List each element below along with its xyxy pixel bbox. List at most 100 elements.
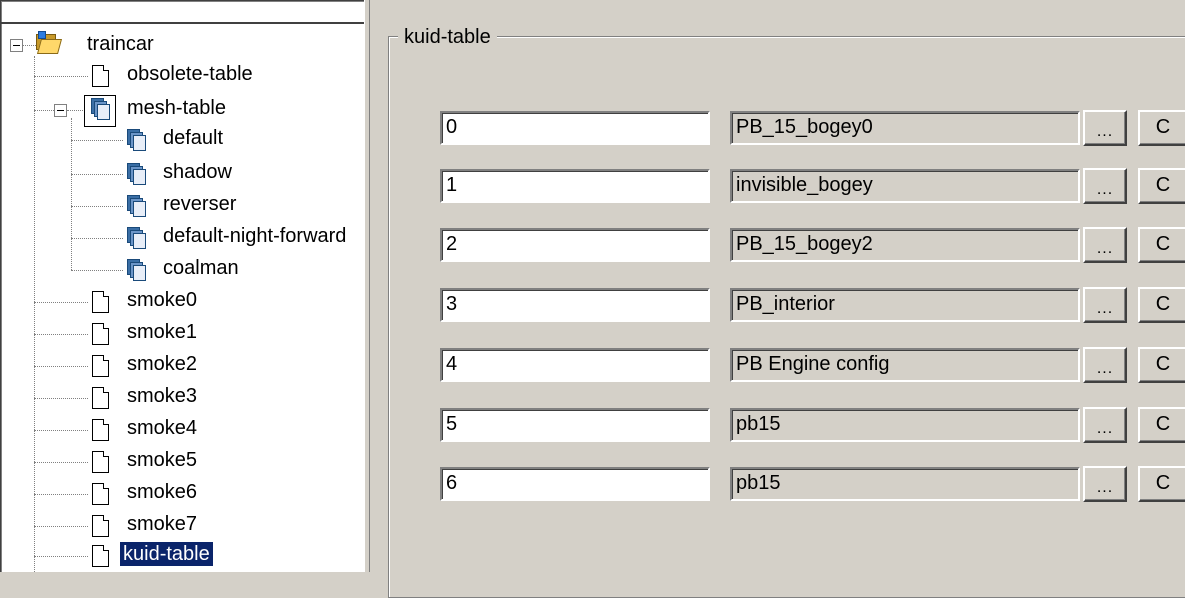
collapse-icon[interactable] <box>54 104 67 117</box>
browse-button[interactable]: ... <box>1083 347 1127 383</box>
index-field[interactable]: 3 <box>440 288 710 322</box>
tree-connector <box>34 494 88 495</box>
tree-node-smoke6[interactable]: smoke6 <box>0 478 364 508</box>
mesh-icon <box>126 129 146 151</box>
tree-top-border <box>0 22 364 24</box>
tree-connector <box>34 110 54 111</box>
tree-node-kuid-table[interactable]: kuid-table <box>0 540 364 570</box>
tree-node-label: default-night-forward <box>163 225 347 247</box>
tree-node-mesh-table[interactable]: mesh-table <box>0 94 364 127</box>
tree-connector <box>34 334 88 335</box>
clear-button[interactable]: C <box>1138 407 1185 443</box>
browse-button[interactable]: ... <box>1083 287 1127 323</box>
tree-node-label: smoke2 <box>127 353 198 375</box>
kuid-field[interactable]: invisible_bogey <box>730 169 1080 203</box>
tree-connector <box>34 76 88 77</box>
kuid-field[interactable]: PB Engine config <box>730 348 1080 382</box>
index-field[interactable]: 5 <box>440 408 710 442</box>
browse-button[interactable]: ... <box>1083 227 1127 263</box>
tree-node-smoke7[interactable]: smoke7 <box>0 510 364 540</box>
index-field[interactable]: 6 <box>440 467 710 501</box>
tree-node-traincar[interactable]: traincar <box>0 30 364 60</box>
tree-connector <box>71 140 123 141</box>
document-icon <box>92 387 109 409</box>
tree-connector <box>34 430 88 431</box>
tree-node-shadow[interactable]: shadow <box>0 158 364 188</box>
clear-button[interactable]: C <box>1138 227 1185 263</box>
document-icon <box>92 545 109 567</box>
tree-node-label: traincar <box>87 33 154 55</box>
tree-node-label: smoke5 <box>127 449 198 471</box>
mesh-icon <box>126 195 146 217</box>
tree-node-label: kuid-table <box>120 542 213 566</box>
tree-node-smoke3[interactable]: smoke3 <box>0 382 364 412</box>
tree-connector <box>34 526 88 527</box>
tree-connector <box>34 302 88 303</box>
tree-connector <box>67 110 83 111</box>
groupbox-title: kuid-table <box>398 24 497 50</box>
tree-connector <box>71 238 123 239</box>
browse-button[interactable]: ... <box>1083 110 1127 146</box>
tree-connector <box>71 270 123 271</box>
tree-node-default-night-forward[interactable]: default-night-forward <box>0 222 364 252</box>
folder-icon <box>34 31 63 54</box>
clear-button[interactable]: C <box>1138 287 1185 323</box>
tree-node-smoke1[interactable]: smoke1 <box>0 318 364 348</box>
kuid-field[interactable]: PB_15_bogey0 <box>730 111 1080 145</box>
tree-node-obsolete-table[interactable]: obsolete-table <box>0 60 364 90</box>
mesh-icon <box>126 163 146 185</box>
index-field[interactable]: 0 <box>440 111 710 145</box>
tree-connector <box>34 366 88 367</box>
mesh-icon <box>126 227 146 249</box>
tree-node-reverser[interactable]: reverser <box>0 190 364 220</box>
tree-connector <box>71 174 123 175</box>
tree-node-label: smoke3 <box>127 385 198 407</box>
browse-button[interactable]: ... <box>1083 168 1127 204</box>
kuid-field[interactable]: pb15 <box>730 467 1080 501</box>
clear-button[interactable]: C <box>1138 168 1185 204</box>
tree-node-label: smoke0 <box>127 289 198 311</box>
tree-node-label: smoke6 <box>127 481 198 503</box>
kuid-field[interactable]: PB_interior <box>730 288 1080 322</box>
index-field[interactable]: 2 <box>440 228 710 262</box>
browse-button[interactable]: ... <box>1083 466 1127 502</box>
document-icon <box>92 419 109 441</box>
browse-button[interactable]: ... <box>1083 407 1127 443</box>
document-icon <box>92 291 109 313</box>
tree-node-label: shadow <box>163 161 232 183</box>
tree-node-label: reverser <box>163 193 237 215</box>
tree-node-smoke5[interactable]: smoke5 <box>0 446 364 476</box>
index-field[interactable]: 4 <box>440 348 710 382</box>
clear-button[interactable]: C <box>1138 466 1185 502</box>
document-icon <box>92 323 109 345</box>
document-icon <box>92 65 109 87</box>
mesh-icon <box>126 259 146 281</box>
tree-connector <box>71 206 123 207</box>
tree-node-label: coalman <box>163 257 239 279</box>
tree-node-label: smoke7 <box>127 513 198 535</box>
kuid-field[interactable]: pb15 <box>730 408 1080 442</box>
kuid-field[interactable]: PB_15_bogey2 <box>730 228 1080 262</box>
tree-node-label: mesh-table <box>127 97 226 119</box>
tree-node-label: smoke1 <box>127 321 198 343</box>
tree-node-default[interactable]: default <box>0 124 364 154</box>
clear-button[interactable]: C <box>1138 347 1185 383</box>
index-field[interactable]: 1 <box>440 169 710 203</box>
document-icon <box>92 483 109 505</box>
tree-node-label: default <box>163 127 224 149</box>
tree-view[interactable]: traincar obsolete-table mesh-table defau… <box>0 0 364 572</box>
tree-node-smoke0[interactable]: smoke0 <box>0 286 364 316</box>
tree-connector <box>34 398 88 399</box>
tree-node-smoke2[interactable]: smoke2 <box>0 350 364 380</box>
document-icon <box>92 355 109 377</box>
splitter[interactable] <box>364 0 370 572</box>
tree-node-smoke4[interactable]: smoke4 <box>0 414 364 444</box>
tree-node-coalman[interactable]: coalman <box>0 254 364 284</box>
document-icon <box>92 451 109 473</box>
tree-node-label: smoke4 <box>127 417 198 439</box>
tree-connector <box>34 462 88 463</box>
mesh-icon <box>90 98 110 120</box>
document-icon <box>92 515 109 537</box>
tree-connector <box>34 556 88 557</box>
clear-button[interactable]: C <box>1138 110 1185 146</box>
